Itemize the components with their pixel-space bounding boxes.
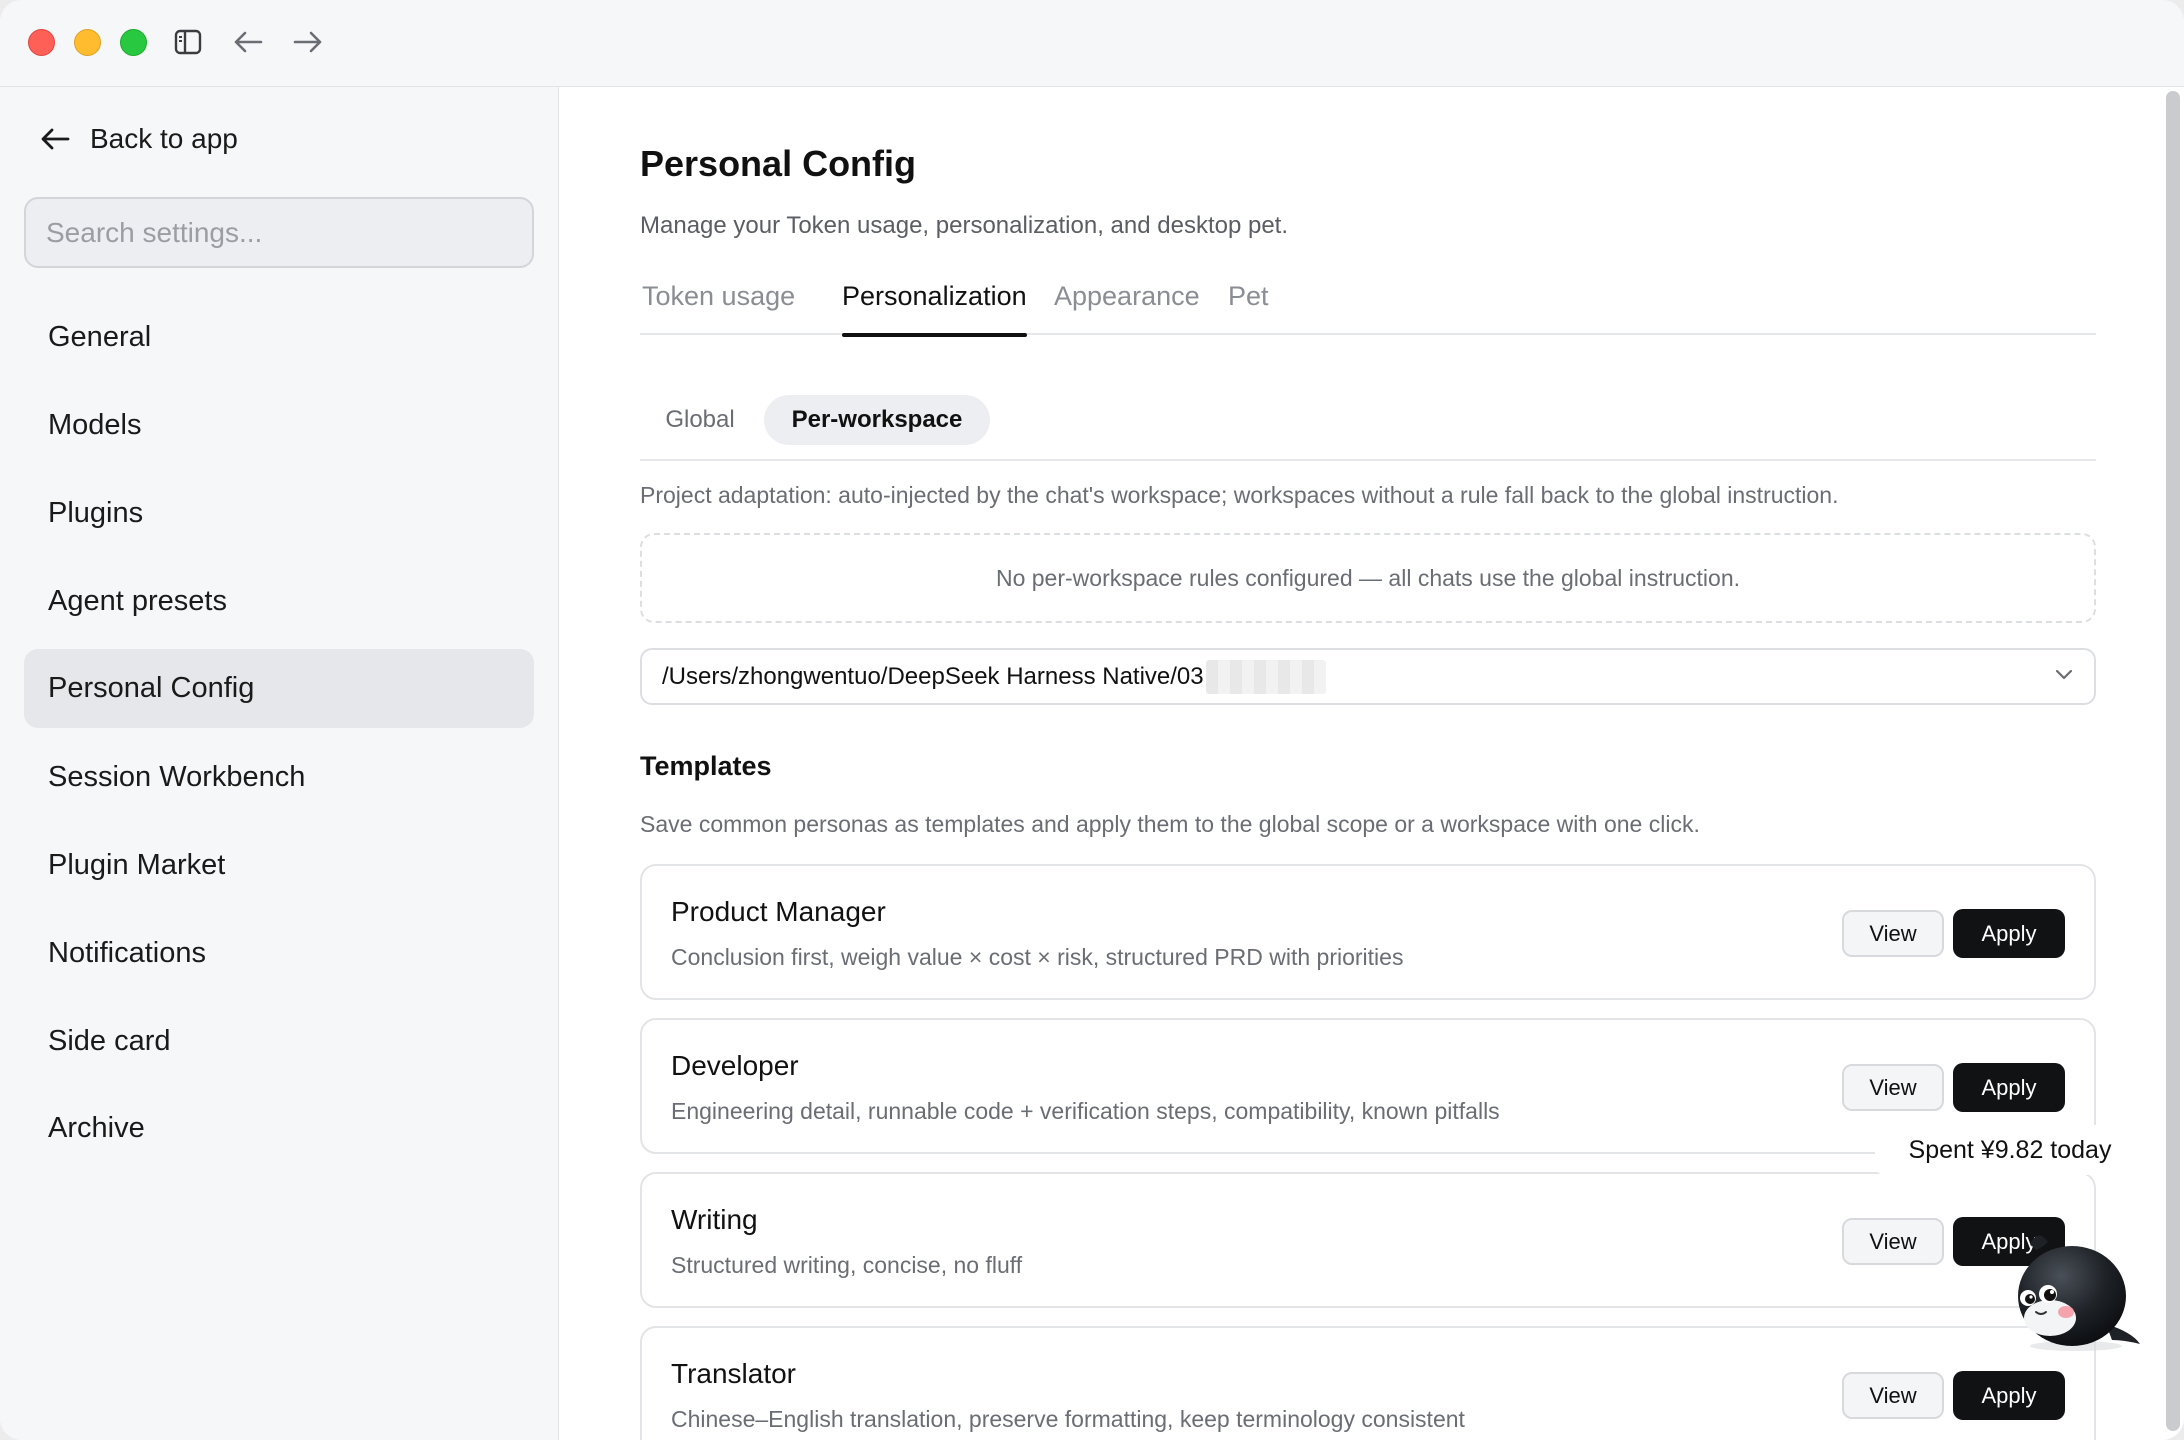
- template-desc: Engineering detail, runnable code + veri…: [671, 1098, 1500, 1124]
- sidebar-item-plugins[interactable]: Plugins: [24, 474, 534, 553]
- apply-template-button[interactable]: Apply: [1953, 1063, 2065, 1112]
- sidebar-item-label: Personal Config: [48, 672, 255, 704]
- sidebar-item-label: Models: [48, 409, 142, 441]
- subtab-per-workspace[interactable]: Per-workspace: [764, 395, 990, 445]
- minimize-window-button[interactable]: [74, 29, 101, 56]
- sidebar-item-models[interactable]: Models: [24, 386, 534, 465]
- subtab-label: Per-workspace: [791, 406, 963, 433]
- tab-label: Personalization: [842, 281, 1027, 311]
- sidebar-item-label: Side card: [48, 1025, 171, 1057]
- tab-label: Appearance: [1054, 281, 1200, 311]
- empty-rules-message: No per-workspace rules configured — all …: [640, 533, 2096, 623]
- title-bar: [0, 0, 2184, 87]
- scope-subtabs: Global Per-workspace: [640, 393, 2096, 461]
- templates-description: Save common personas as templates and ap…: [640, 811, 1700, 837]
- per-workspace-hint: Project adaptation: auto-injected by the…: [640, 482, 1839, 508]
- tab-personalization[interactable]: Personalization: [842, 273, 1027, 337]
- sidebar-item-label: Agent presets: [48, 585, 227, 617]
- apply-template-button[interactable]: Apply: [1953, 909, 2065, 958]
- template-card-product-manager: Product Manager Conclusion first, weigh …: [640, 864, 2096, 1000]
- sidebar-item-label: General: [48, 321, 152, 353]
- template-desc: Structured writing, concise, no fluff: [671, 1252, 1023, 1278]
- template-card-translator: Translator Chinese–English translation, …: [640, 1326, 2096, 1440]
- tab-pet[interactable]: Pet: [1228, 273, 1269, 335]
- tab-label: Token usage: [642, 281, 796, 311]
- subtab-label: Global: [665, 406, 735, 433]
- main-scrollbar[interactable]: [2166, 91, 2180, 1431]
- view-template-button[interactable]: View: [1842, 910, 1944, 957]
- view-template-button[interactable]: View: [1842, 1064, 1944, 1111]
- search-settings-input[interactable]: [24, 197, 534, 268]
- chevron-down-icon: [2055, 669, 2073, 680]
- template-card-writing: Writing Structured writing, concise, no …: [640, 1172, 2096, 1308]
- settings-sidebar: Back to app General Models Plugins Agent…: [0, 87, 559, 1440]
- template-desc: Chinese–English translation, preserve fo…: [671, 1406, 1465, 1432]
- settings-main: Personal Config Manage your Token usage,…: [560, 87, 2184, 1440]
- sidebar-item-notifications[interactable]: Notifications: [24, 914, 534, 993]
- back-to-app-label: Back to app: [90, 123, 238, 154]
- sidebar-item-label: Plugin Market: [48, 849, 226, 881]
- sidebar-item-personal-config[interactable]: Personal Config: [24, 649, 534, 728]
- tab-appearance[interactable]: Appearance: [1054, 273, 1200, 335]
- redacted-path-segment: [1205, 659, 1326, 694]
- desktop-pet-whale-icon[interactable]: [2008, 1228, 2144, 1352]
- templates-title: Templates: [640, 751, 772, 781]
- sidebar-toggle-icon[interactable]: [168, 22, 208, 62]
- sidebar-item-general[interactable]: General: [24, 298, 534, 377]
- close-window-button[interactable]: [28, 29, 55, 56]
- back-to-app-link[interactable]: Back to app: [40, 117, 238, 161]
- arrow-left-icon[interactable]: [228, 22, 268, 62]
- arrow-left-icon: [41, 128, 70, 150]
- zoom-window-button[interactable]: [120, 29, 147, 56]
- pet-spent-text: Spent ¥9.82 today: [1908, 1135, 2112, 1164]
- pet-spent-bubble: Spent ¥9.82 today: [1875, 1125, 2145, 1175]
- template-name: Developer: [671, 1050, 799, 1081]
- subtab-global[interactable]: Global: [640, 395, 760, 445]
- page-title: Personal Config: [640, 143, 917, 184]
- template-name: Translator: [671, 1358, 797, 1389]
- app-window: Back to app General Models Plugins Agent…: [0, 0, 2184, 1440]
- view-template-button[interactable]: View: [1842, 1372, 1944, 1419]
- sidebar-item-label: Session Workbench: [48, 761, 306, 793]
- sidebar-item-label: Archive: [48, 1112, 145, 1144]
- tab-token-usage[interactable]: Token usage: [642, 273, 795, 335]
- page-subtitle: Manage your Token usage, personalization…: [640, 212, 1288, 239]
- sidebar-item-plugin-market[interactable]: Plugin Market: [24, 826, 534, 905]
- arrow-right-icon[interactable]: [288, 22, 328, 62]
- sidebar-item-archive[interactable]: Archive: [24, 1089, 534, 1168]
- config-tabs: Token usage Personalization Appearance P…: [640, 273, 2096, 337]
- tab-label: Pet: [1228, 281, 1269, 311]
- empty-rules-text: No per-workspace rules configured — all …: [995, 564, 1741, 591]
- template-name: Product Manager: [671, 896, 886, 927]
- workspace-select-value: /Users/zhongwentuo/DeepSeek Harness Nati…: [662, 662, 1204, 690]
- sidebar-item-side-card[interactable]: Side card: [24, 1002, 534, 1081]
- apply-template-button[interactable]: Apply: [1953, 1371, 2065, 1420]
- sidebar-item-session-workbench[interactable]: Session Workbench: [24, 738, 534, 817]
- sidebar-item-label: Notifications: [48, 937, 206, 969]
- sidebar-item-label: Plugins: [48, 497, 144, 529]
- template-name: Writing: [671, 1204, 758, 1235]
- sidebar-item-agent-presets[interactable]: Agent presets: [24, 562, 534, 641]
- workspace-select[interactable]: /Users/zhongwentuo/DeepSeek Harness Nati…: [640, 648, 2096, 705]
- template-desc: Conclusion first, weigh value × cost × r…: [671, 944, 1404, 970]
- view-template-button[interactable]: View: [1842, 1218, 1944, 1265]
